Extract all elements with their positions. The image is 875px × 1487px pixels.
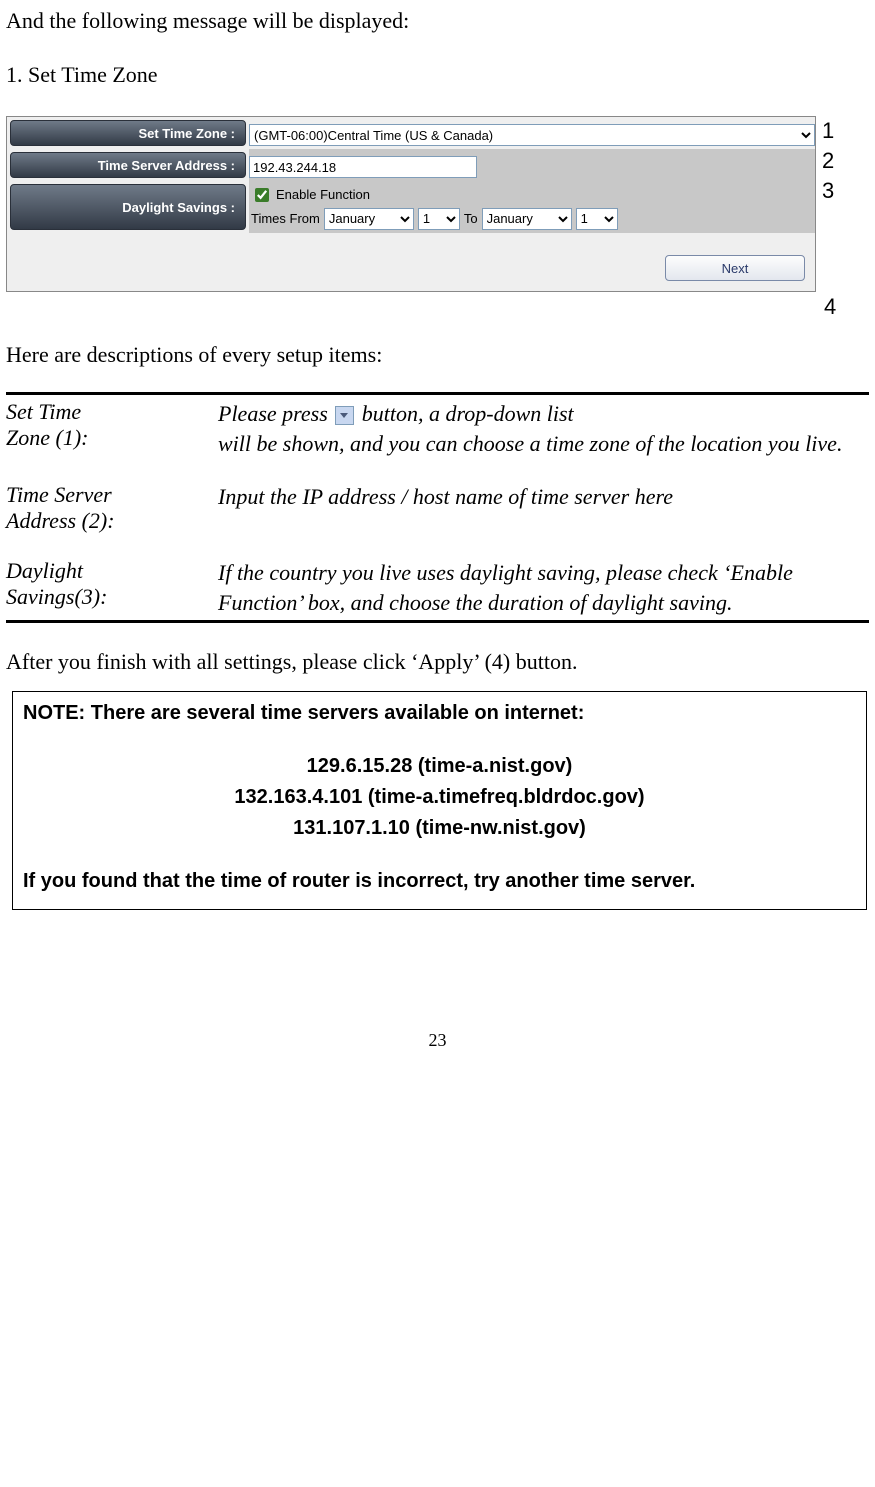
from-month-select[interactable]: January <box>324 208 414 230</box>
note-servers: 129.6.15.28 (time-a.nist.gov) 132.163.4.… <box>23 751 856 844</box>
next-button[interactable]: Next <box>665 255 805 281</box>
descriptions-table: Set Time Zone (1): Please press button, … <box>6 392 869 623</box>
enable-function-checkbox[interactable] <box>255 188 269 202</box>
times-from-label: Times From <box>251 211 320 226</box>
desc-term-1: Set Time Zone (1): <box>6 399 218 458</box>
label-daylight-savings: Daylight Savings : <box>10 184 246 230</box>
callout-2: 2 <box>822 146 834 176</box>
to-label: To <box>464 211 478 226</box>
section-title: 1. Set Time Zone <box>6 62 871 88</box>
intro-text: And the following message will be displa… <box>6 8 871 34</box>
note-footer: If you found that the time of router is … <box>23 870 856 893</box>
desc-def-2: Input the IP address / host name of time… <box>218 482 869 534</box>
note-box: NOTE: There are several time servers ava… <box>12 691 867 910</box>
callout-3: 3 <box>822 176 834 206</box>
to-month-select[interactable]: January <box>482 208 572 230</box>
after-settings-text: After you finish with all settings, plea… <box>6 649 871 675</box>
config-panel: Set Time Zone : (GMT-06:00)Central Time … <box>6 116 816 292</box>
to-day-select[interactable]: 1 <box>576 208 618 230</box>
note-server-2: 132.163.4.101 (time-a.timefreq.bldrdoc.g… <box>23 782 856 813</box>
enable-function-label: Enable Function <box>276 187 370 202</box>
callout-4: 4 <box>4 294 871 320</box>
descriptions-intro: Here are descriptions of every setup ite… <box>6 342 871 368</box>
from-day-select[interactable]: 1 <box>418 208 460 230</box>
label-set-time-zone: Set Time Zone : <box>10 120 246 146</box>
label-time-server: Time Server Address : <box>10 152 246 178</box>
callout-column: 1 2 3 <box>822 116 834 206</box>
page-number: 23 <box>4 1030 871 1051</box>
dropdown-arrow-icon <box>335 406 354 425</box>
desc-term-3: Daylight Savings(3): <box>6 558 218 617</box>
note-title: NOTE: There are several time servers ava… <box>23 702 856 725</box>
time-zone-select[interactable]: (GMT-06:00)Central Time (US & Canada) <box>249 124 815 146</box>
desc-term-2: Time Server Address (2): <box>6 482 218 534</box>
note-server-3: 131.107.1.10 (time-nw.nist.gov) <box>23 813 856 844</box>
config-figure: Set Time Zone : (GMT-06:00)Central Time … <box>6 116 871 292</box>
desc-def-3: If the country you live uses daylight sa… <box>218 558 869 617</box>
note-server-1: 129.6.15.28 (time-a.nist.gov) <box>23 751 856 782</box>
desc-def-1: Please press button, a drop-down list wi… <box>218 399 869 458</box>
time-server-input[interactable] <box>249 156 477 178</box>
callout-1: 1 <box>822 116 834 146</box>
